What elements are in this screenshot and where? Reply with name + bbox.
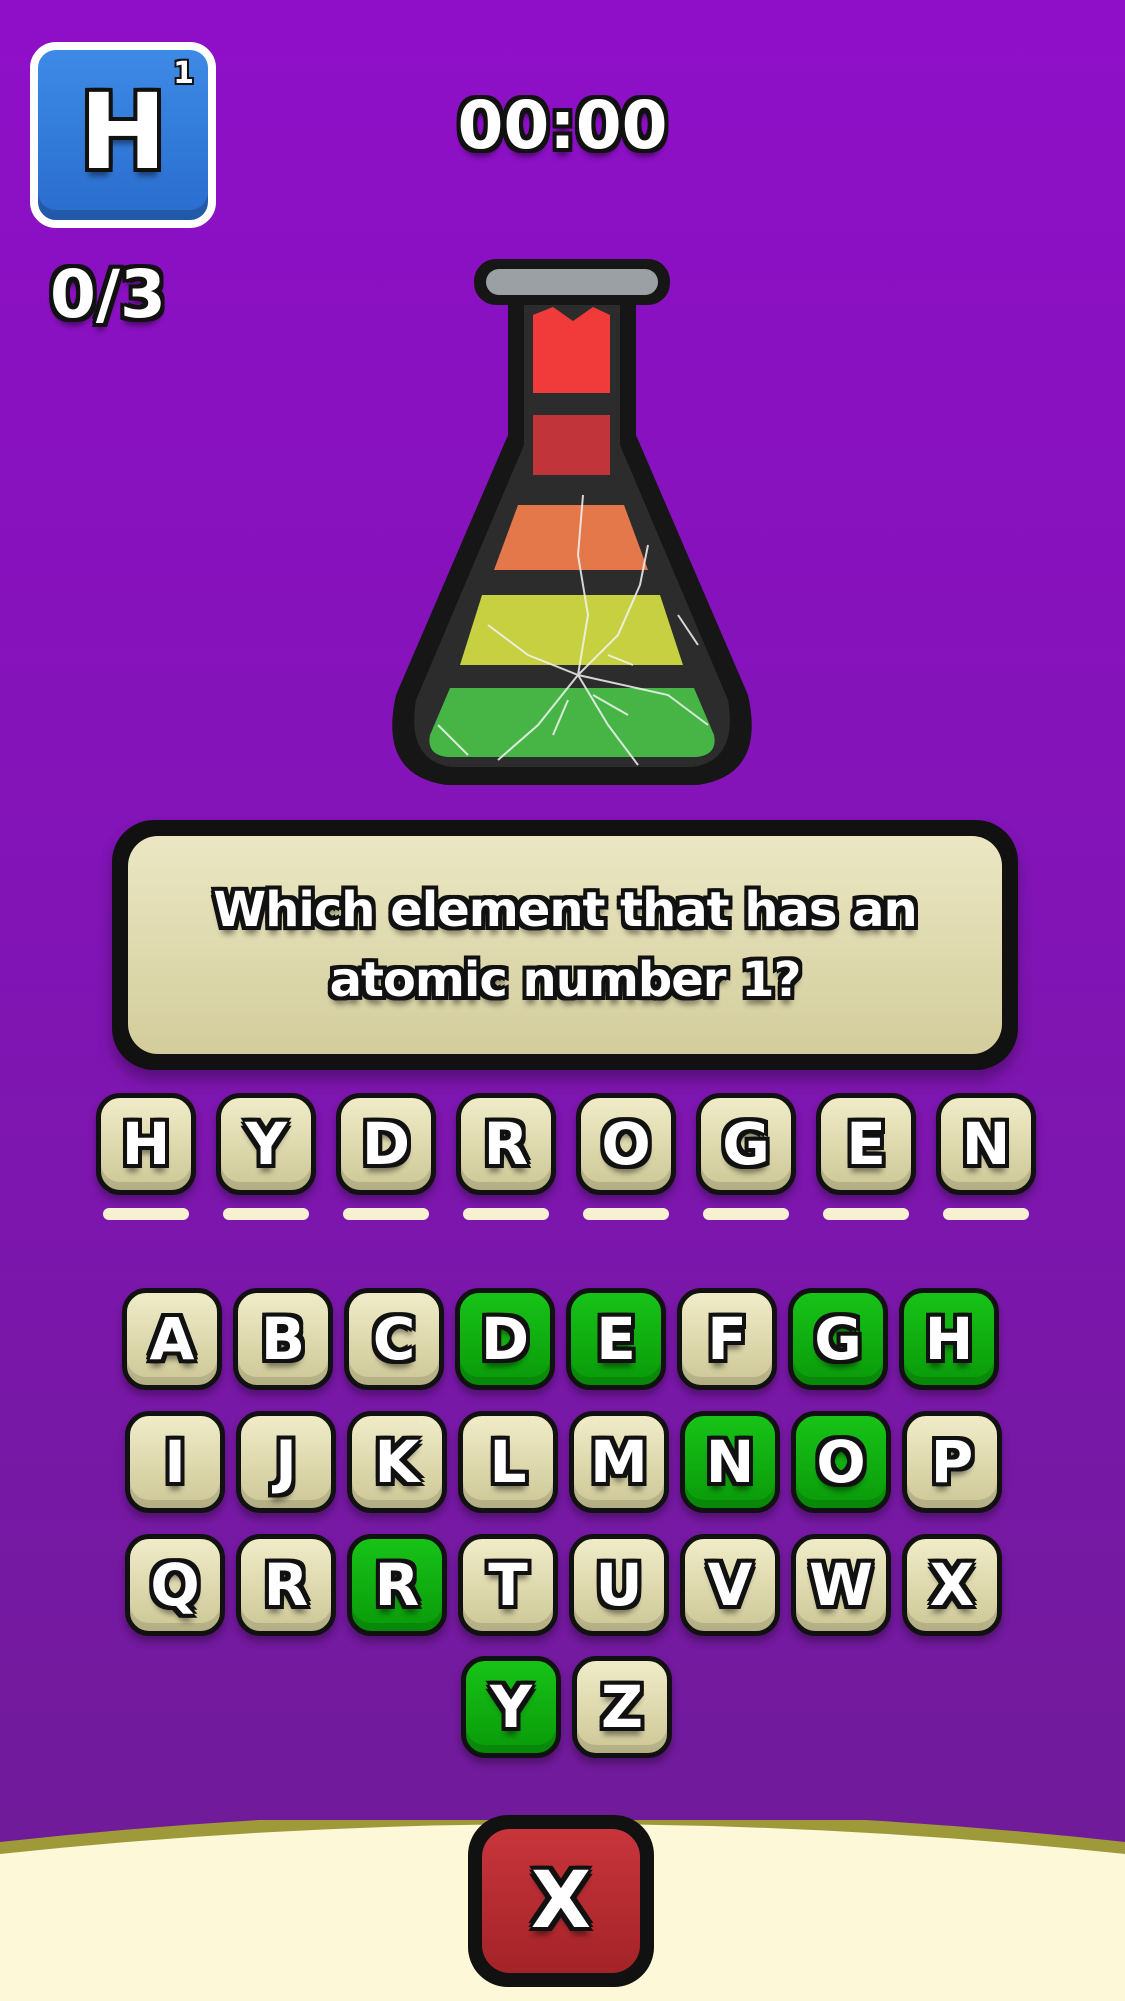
answer-slot: Y — [216, 1093, 316, 1195]
key-w[interactable]: W — [791, 1534, 891, 1636]
key-l[interactable]: L — [458, 1411, 558, 1513]
answer-underline — [583, 1208, 669, 1220]
close-icon: X — [530, 1856, 592, 1946]
answer-letter: O — [601, 1110, 651, 1178]
answer-slot: D — [336, 1093, 436, 1195]
score-counter: 0/3 — [50, 256, 166, 333]
answer-slot: E — [816, 1093, 916, 1195]
key-q[interactable]: Q — [125, 1534, 225, 1636]
answer-underline — [823, 1208, 909, 1220]
key-m[interactable]: M — [569, 1411, 669, 1513]
answer-letter: Y — [245, 1110, 287, 1178]
flask-layer-3 — [494, 505, 648, 570]
key-label: E — [596, 1305, 636, 1373]
key-label: R — [374, 1551, 420, 1619]
key-r[interactable]: R — [347, 1534, 447, 1636]
key-z[interactable]: Z — [572, 1656, 672, 1758]
key-label: T — [488, 1551, 528, 1619]
answer-slot: R — [456, 1093, 556, 1195]
answer-slot: H — [96, 1093, 196, 1195]
key-label: D — [480, 1305, 530, 1373]
answer-slot: N — [936, 1093, 1036, 1195]
key-t[interactable]: T — [458, 1534, 558, 1636]
key-b[interactable]: B — [233, 1288, 333, 1390]
timer: 00:00 — [457, 87, 668, 164]
key-v[interactable]: V — [680, 1534, 780, 1636]
key-r[interactable]: R — [236, 1534, 336, 1636]
key-i[interactable]: I — [125, 1411, 225, 1513]
key-label: I — [164, 1428, 186, 1496]
flask-layer-2 — [533, 415, 610, 475]
key-label: X — [929, 1551, 975, 1619]
answer-underline — [223, 1208, 309, 1220]
key-label: F — [707, 1305, 747, 1373]
key-u[interactable]: U — [569, 1534, 669, 1636]
key-label: H — [924, 1305, 974, 1373]
answer-slot: G — [696, 1093, 796, 1195]
key-label: N — [705, 1428, 755, 1496]
answer-underline — [463, 1208, 549, 1220]
close-button-face: X — [482, 1829, 640, 1973]
key-n[interactable]: N — [680, 1411, 780, 1513]
key-label: O — [816, 1428, 866, 1496]
key-label: J — [275, 1428, 297, 1496]
key-p[interactable]: P — [902, 1411, 1002, 1513]
question-text: Which element that has an atomic number … — [213, 882, 917, 1008]
key-f[interactable]: F — [677, 1288, 777, 1390]
question-panel: Which element that has an atomic number … — [128, 836, 1002, 1054]
key-c[interactable]: C — [344, 1288, 444, 1390]
key-o[interactable]: O — [791, 1411, 891, 1513]
key-y[interactable]: Y — [461, 1656, 561, 1758]
key-e[interactable]: E — [566, 1288, 666, 1390]
key-k[interactable]: K — [347, 1411, 447, 1513]
key-label: U — [595, 1551, 643, 1619]
key-label: C — [372, 1305, 416, 1373]
answer-letter: D — [361, 1110, 411, 1178]
flask-illustration — [392, 259, 752, 785]
key-label: V — [707, 1551, 753, 1619]
answer-underline — [343, 1208, 429, 1220]
key-d[interactable]: D — [455, 1288, 555, 1390]
answer-slot: O — [576, 1093, 676, 1195]
question-box: Which element that has an atomic number … — [112, 820, 1018, 1070]
key-j[interactable]: J — [236, 1411, 336, 1513]
close-button[interactable]: X — [468, 1815, 654, 1987]
key-label: M — [590, 1428, 648, 1496]
key-a[interactable]: A — [122, 1288, 222, 1390]
answer-underline — [703, 1208, 789, 1220]
answer-letter: R — [483, 1110, 529, 1178]
answer-letter: N — [961, 1110, 1011, 1178]
answer-underline — [943, 1208, 1029, 1220]
key-label: Q — [150, 1551, 200, 1619]
key-label: W — [809, 1551, 873, 1619]
key-label: P — [930, 1428, 974, 1496]
key-label: B — [260, 1305, 306, 1373]
key-g[interactable]: G — [788, 1288, 888, 1390]
key-x[interactable]: X — [902, 1534, 1002, 1636]
key-h[interactable]: H — [899, 1288, 999, 1390]
flask-cap-band — [486, 269, 658, 295]
key-label: R — [263, 1551, 309, 1619]
key-label: A — [149, 1305, 195, 1373]
key-label: G — [814, 1305, 862, 1373]
answer-underline — [103, 1208, 189, 1220]
key-label: Z — [600, 1673, 644, 1741]
answer-letter: H — [121, 1110, 171, 1178]
key-label: K — [374, 1428, 420, 1496]
answer-letter: E — [846, 1110, 886, 1178]
answer-letter: G — [722, 1110, 770, 1178]
key-label: Y — [490, 1673, 532, 1741]
key-label: L — [489, 1428, 527, 1496]
